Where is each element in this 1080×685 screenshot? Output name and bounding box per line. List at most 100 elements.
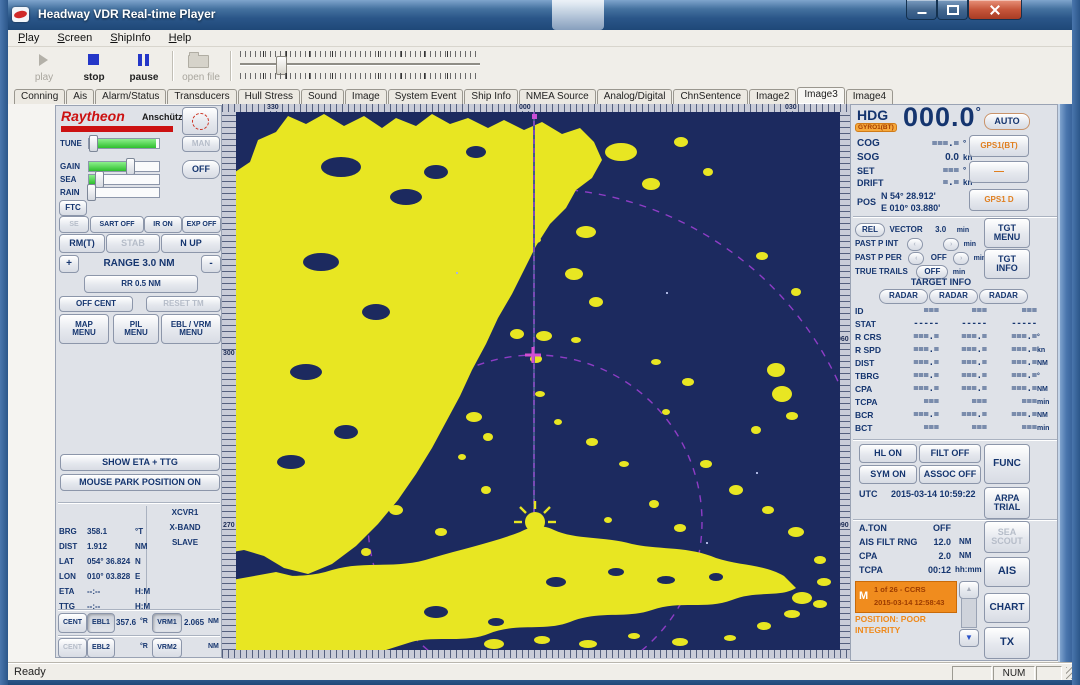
scroll-down-button[interactable]: ▼	[959, 629, 979, 647]
menu-item-play[interactable]: Play	[18, 32, 39, 44]
exp-off-button[interactable]: EXP OFF	[182, 216, 221, 233]
utc-value: 2015-03-14 10:59:22	[891, 489, 976, 499]
gps1-bt-button[interactable]: GPS1(BT)	[969, 135, 1029, 157]
target-table-row: R CRS===.====.====.=°	[855, 331, 1057, 344]
range-plus-button[interactable]: +	[59, 255, 79, 273]
menu-item-shipinfo[interactable]: ShipInfo	[110, 32, 150, 44]
scroll-track[interactable]	[961, 598, 977, 628]
ebl1-button[interactable]: EBL1	[87, 613, 115, 633]
north-up-button[interactable]: N UP	[161, 234, 221, 253]
off-cent-button[interactable]: OFF CENT	[59, 296, 133, 312]
tab-ship-info[interactable]: Ship Info	[464, 89, 517, 104]
tgt-menu-button[interactable]: TGTMENU	[984, 218, 1030, 248]
tab-nmea-source[interactable]: NMEA Source	[519, 89, 596, 104]
close-icon	[990, 5, 1000, 15]
menu-item-help[interactable]: Help	[169, 32, 192, 44]
rosette-button[interactable]	[182, 107, 218, 135]
alarm-message-box[interactable]: M 1 of 26 - CCRS 2015-03-14 12:58:43	[855, 581, 957, 613]
radar-display[interactable]	[236, 112, 840, 650]
bearing-scale-right	[840, 112, 850, 650]
tab-alarm-status[interactable]: Alarm/Status	[95, 89, 166, 104]
reset-tm-button[interactable]: RESET TM	[146, 296, 221, 312]
alarm-badge: M	[859, 590, 868, 602]
tab-image2[interactable]: Image2	[749, 89, 796, 104]
tab-analog-digital[interactable]: Analog/Digital	[597, 89, 673, 104]
ir-on-button[interactable]: IR ON	[144, 216, 182, 233]
ais-button[interactable]: AIS	[984, 557, 1030, 587]
open-file-button[interactable]: open file	[176, 50, 226, 83]
stop-button[interactable]: stop	[72, 50, 116, 83]
stab-button[interactable]: STAB	[106, 234, 160, 253]
tab-transducers[interactable]: Transducers	[167, 89, 236, 104]
play-button[interactable]: play	[22, 50, 66, 83]
minimize-button[interactable]	[906, 0, 937, 20]
vrm1-range: 2.065	[184, 618, 204, 627]
scroll-up-button[interactable]: ▲	[959, 581, 979, 599]
sea-scout-button[interactable]: SEASCOUT	[984, 521, 1030, 553]
pil-menu-button[interactable]: PILMENU	[113, 314, 159, 344]
chart-button[interactable]: CHART	[984, 593, 1030, 623]
menu-item-screen[interactable]: Screen	[57, 32, 92, 44]
arpa-trial-button[interactable]: ARPATRIAL	[984, 487, 1030, 519]
ebl1-row: CENT EBL1 357.6 °R VRM1 2.065 NM	[56, 612, 223, 634]
tgt-info-button[interactable]: TGTINFO	[984, 249, 1030, 279]
rm-button[interactable]: RM(T)	[59, 234, 105, 253]
man-button[interactable]: MAN	[182, 136, 220, 152]
ftc-button[interactable]: FTC	[59, 200, 87, 216]
ebl2-unit: °R	[140, 643, 148, 650]
cog-value: ===.=	[909, 139, 959, 149]
close-button[interactable]	[968, 0, 1022, 20]
func-button[interactable]: FUNC	[984, 444, 1030, 484]
radar-target-button-2[interactable]: RADAR	[929, 289, 978, 304]
sea-slider[interactable]	[88, 174, 160, 185]
divider	[853, 519, 1057, 520]
pos-lon: E 010° 03.880'	[881, 203, 940, 213]
sart-off-button[interactable]: SART OFF	[90, 216, 144, 233]
cent1-button[interactable]: CENT	[58, 613, 87, 633]
pause-button[interactable]: pause	[122, 50, 166, 83]
cursor-brg-value: 358.1	[87, 524, 133, 539]
tab-ais[interactable]: Ais	[66, 89, 94, 104]
gain-label: GAIN	[60, 162, 80, 171]
rain-slider[interactable]	[88, 187, 160, 198]
radar-target-button-1[interactable]: RADAR	[879, 289, 928, 304]
gps1-d-button[interactable]: GPS1 D	[969, 189, 1029, 211]
range-minus-button[interactable]: -	[201, 255, 221, 273]
tab-image3[interactable]: Image3	[797, 87, 844, 104]
tx-button[interactable]: TX	[984, 627, 1030, 659]
tab-chnsentence[interactable]: ChnSentence	[673, 89, 748, 104]
show-eta-ttg-button[interactable]: SHOW ETA + TTG	[60, 454, 220, 471]
filt-off-button[interactable]: FILT OFF	[919, 444, 981, 463]
cursor-brg-label: BRG	[59, 524, 85, 539]
target-table-row: CPA===.====.====.=NM	[855, 383, 1057, 396]
bearing-label-030: 030	[784, 104, 798, 111]
auto-button[interactable]: AUTO	[984, 113, 1030, 130]
ebl-vrm-menu-button[interactable]: EBL / VRMMENU	[161, 314, 221, 344]
off-button[interactable]: OFF	[182, 160, 220, 179]
mouse-park-button[interactable]: MOUSE PARK POSITION ON	[60, 474, 220, 491]
map-menu-button[interactable]: MAPMENU	[59, 314, 109, 344]
timeline-ticks-bottom	[240, 73, 480, 79]
tab-system-event[interactable]: System Event	[388, 89, 464, 104]
vrm2-button[interactable]: VRM2	[152, 638, 182, 658]
tab-hull-stress[interactable]: Hull Stress	[238, 89, 300, 104]
hl-on-button[interactable]: HL ON	[859, 444, 917, 463]
ebl2-button[interactable]: EBL2	[87, 638, 115, 658]
bearing-label-000: 000	[518, 104, 532, 111]
tab-image4[interactable]: Image4	[846, 89, 893, 104]
vrm1-button[interactable]: VRM1	[152, 613, 182, 633]
tune-slider[interactable]	[88, 138, 160, 149]
source-dash-button[interactable]: —	[969, 161, 1029, 183]
alarm-scrollbar: ▲ ▼	[959, 581, 977, 645]
toolbar-separator	[172, 51, 173, 81]
assoc-off-button[interactable]: ASSOC OFF	[919, 465, 981, 484]
se-button[interactable]: SE	[59, 216, 89, 233]
tab-conning[interactable]: Conning	[14, 89, 65, 104]
cent2-button[interactable]: CENT	[58, 638, 87, 658]
maximize-button[interactable]	[937, 0, 968, 20]
range-rings-button[interactable]: RR 0.5 NM	[84, 275, 198, 293]
tab-sound[interactable]: Sound	[301, 89, 344, 104]
tab-image[interactable]: Image	[345, 89, 387, 104]
radar-target-button-3[interactable]: RADAR	[979, 289, 1028, 304]
sym-on-button[interactable]: SYM ON	[859, 465, 917, 484]
